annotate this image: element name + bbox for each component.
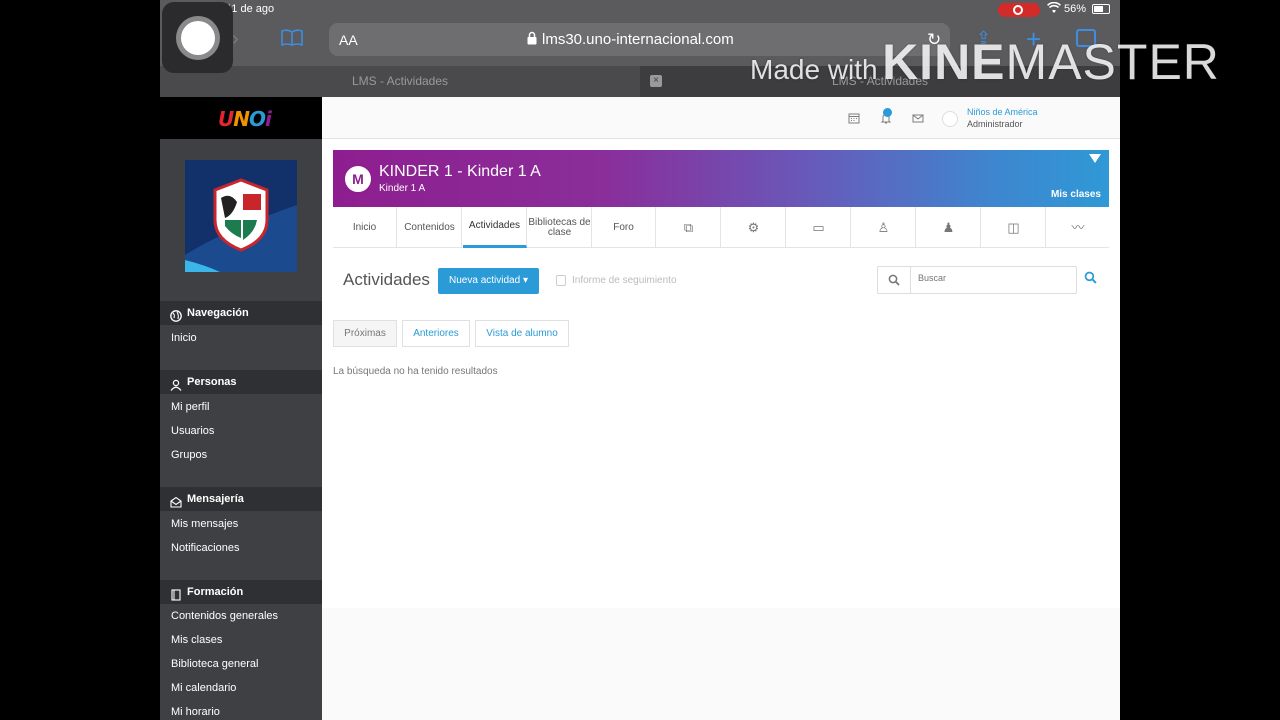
url-text[interactable]: lms30.uno-internacional.com	[542, 31, 734, 48]
tab-presentation-icon[interactable]: ⧉	[657, 207, 721, 248]
tracking-report-checkbox[interactable]: Informe de seguimiento	[554, 270, 690, 292]
search-icon	[878, 267, 911, 293]
sidebar-heading-label: Formación	[187, 586, 244, 598]
sidebar-item-notificaciones[interactable]: Notificaciones	[171, 542, 239, 554]
sidebar-item-usuarios[interactable]: Usuarios	[171, 425, 214, 437]
search-box[interactable]	[877, 266, 1077, 294]
lms-logo-bar: UNOi	[160, 97, 322, 139]
lock-icon	[527, 31, 537, 45]
course-banner: M KINDER 1 - Kinder 1 A Kinder 1 A Mis c…	[333, 150, 1109, 207]
empty-results-message: La búsqueda no ha tenido resultados	[333, 366, 498, 377]
tracking-report-label: Informe de seguimiento	[572, 275, 677, 286]
presentation-icon: ⧉	[683, 220, 694, 235]
person-icon	[170, 376, 182, 391]
envelope-icon	[170, 493, 182, 508]
sidebar-item-mis-clases[interactable]: Mis clases	[171, 634, 222, 646]
calendar-icon[interactable]	[848, 112, 860, 124]
search-input[interactable]	[918, 273, 1068, 283]
notifications-bell-badge	[883, 108, 892, 117]
sidebar-heading-label: Navegación	[187, 307, 249, 319]
sidebar-heading-navegacion: Navegación	[160, 301, 322, 325]
filter-anteriores[interactable]: Anteriores	[402, 320, 470, 347]
sidebar-heading-label: Mensajería	[187, 493, 244, 505]
battery-icon	[1092, 4, 1110, 14]
content-footer-area	[322, 608, 1120, 720]
text-size-button[interactable]: AA	[339, 32, 358, 48]
avatar[interactable]	[942, 111, 958, 127]
watermark-made-with: Made with	[750, 54, 878, 85]
assistive-touch-dot	[181, 21, 215, 55]
page-title: Actividades	[343, 270, 430, 289]
sidebar-heading-mensajeria: Mensajería	[160, 487, 322, 511]
watermark-master: MASTER	[1005, 34, 1220, 90]
school-logo	[185, 160, 297, 272]
course-title: KINDER 1 - Kinder 1 A	[379, 163, 541, 180]
sidebar-heading-formacion: Formación	[160, 580, 322, 604]
course-subtitle: Kinder 1 A	[379, 183, 426, 194]
tab-board-icon[interactable]: ▭	[787, 207, 851, 248]
sidebar-item-grupos[interactable]: Grupos	[171, 449, 207, 461]
battery-percent: 56%	[1064, 3, 1087, 15]
gears-icon: ⚙	[747, 220, 760, 235]
tab-analytics-icon[interactable]: ◫	[982, 207, 1046, 248]
mail-icon[interactable]	[912, 112, 924, 124]
assistive-touch-button[interactable]	[162, 2, 233, 73]
sidebar-item-biblioteca-general[interactable]: Biblioteca general	[171, 658, 258, 670]
tab-users-icon[interactable]: ♙	[852, 207, 916, 248]
forward-icon[interactable]: ›	[232, 28, 239, 51]
wifi-icon	[1047, 1, 1061, 17]
checkbox-icon	[556, 275, 566, 286]
tab-inicio[interactable]: Inicio	[333, 207, 397, 248]
sidebar-item-mi-calendario[interactable]: Mi calendario	[171, 682, 236, 694]
mis-clases-link[interactable]: Mis clases	[1051, 189, 1101, 200]
ipad-screen: 11 de ago 56% › AA lms30.uno-internacion…	[160, 0, 1120, 720]
tab-trends-icon[interactable]: 〰	[1047, 207, 1109, 248]
tab-settings-icon[interactable]: ⚙	[722, 207, 786, 248]
sidebar-item-mi-horario[interactable]: Mi horario	[171, 706, 220, 718]
browser-tab-1[interactable]: LMS - Actividades	[160, 66, 640, 97]
tab-groups-icon[interactable]: ♟	[917, 207, 981, 248]
users-icon: ♟	[942, 220, 955, 235]
sidebar-item-mi-perfil[interactable]: Mi perfil	[171, 401, 210, 413]
trend-line-icon: 〰	[1071, 220, 1085, 235]
top-navigation	[322, 97, 1120, 139]
bookmarks-icon[interactable]	[280, 29, 304, 47]
book-icon	[170, 586, 182, 601]
screen-recording-icon	[998, 3, 1040, 17]
sidebar-heading-personas: Personas	[160, 370, 322, 394]
user-role: Administrador	[967, 119, 1023, 129]
tab-foro[interactable]: Foro	[592, 207, 656, 248]
course-initial-badge: M	[343, 164, 373, 194]
status-time: 11 de ago	[226, 3, 275, 15]
watermark-kine: KINE	[882, 34, 1006, 90]
course-tabs: Inicio Contenidos Actividades Biblioteca…	[333, 207, 1109, 248]
sidebar-heading-label: Personas	[187, 376, 237, 388]
globe-icon	[170, 307, 182, 322]
sidebar-item-mis-mensajes[interactable]: Mis mensajes	[171, 518, 238, 530]
new-activity-button[interactable]: Nueva actividad ▾	[438, 268, 539, 294]
dropdown-triangle-icon[interactable]	[1089, 154, 1101, 163]
search-submit-icon[interactable]	[1084, 271, 1097, 287]
filter-proximas[interactable]: Próximas	[333, 320, 397, 347]
chart-board-icon: ◫	[1007, 220, 1020, 235]
uno-logo[interactable]: UNOi	[218, 107, 272, 131]
status-bar: 11 de ago 56%	[160, 0, 1120, 20]
kinemaster-watermark: Made with KINEMASTER	[750, 33, 1220, 91]
sidebar-item-contenidos-generales[interactable]: Contenidos generales	[171, 610, 278, 622]
filter-vista-de-alumno[interactable]: Vista de alumno	[475, 320, 569, 347]
board-icon: ▭	[812, 220, 825, 235]
tab-actividades[interactable]: Actividades	[463, 207, 527, 248]
user-icon: ♙	[877, 220, 890, 235]
sidebar-item-inicio[interactable]: Inicio	[171, 332, 197, 344]
tab-contenidos[interactable]: Contenidos	[398, 207, 462, 248]
user-school-link[interactable]: Niños de América	[967, 107, 1038, 117]
tab-bibliotecas-de-clase[interactable]: Bibliotecas de clase	[528, 207, 592, 248]
